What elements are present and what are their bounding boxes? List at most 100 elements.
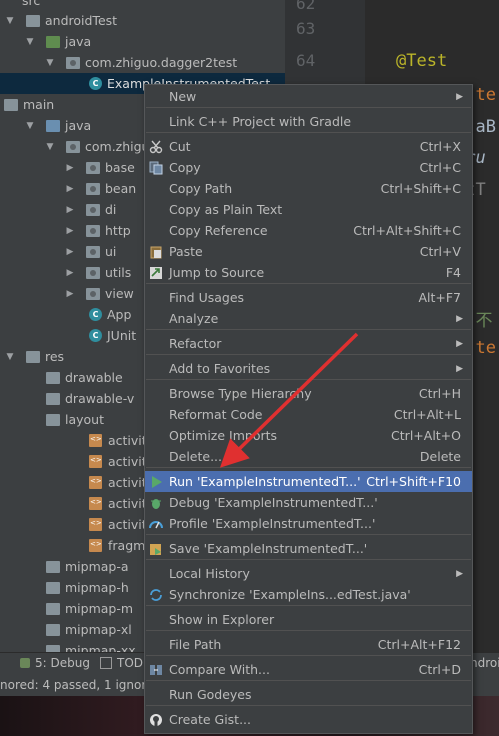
menu-item-cut[interactable]: Cut Ctrl+X (145, 136, 472, 157)
menu-item-show-in-explorer[interactable]: Show in Explorer (145, 609, 472, 630)
menu-item-file-path[interactable]: File Path Ctrl+Alt+F12 (145, 634, 472, 655)
tree-item[interactable]: ▼ java (0, 31, 285, 52)
expand-arrow-icon[interactable]: ▼ (45, 142, 55, 152)
menu-item-shortcut: Ctrl+H (418, 386, 461, 401)
tree-item-label: com.zhiguo.dagger2test (85, 55, 238, 70)
menu-item-copy-as-plain-text[interactable]: Copy as Plain Text (145, 199, 472, 220)
menu-item-shortcut: Ctrl+Alt+L (393, 407, 461, 422)
menu-item-save-exampleinstrumentedt[interactable]: Save 'ExampleInstrumentedT...' (145, 538, 472, 559)
tree-item-label: mipmap-h (65, 580, 129, 595)
sync-icon (149, 588, 163, 602)
menu-item-jump-to-source[interactable]: Jump to Source F4 (145, 262, 472, 283)
menu-item-shortcut: Ctrl+Alt+F12 (377, 637, 461, 652)
tree-item-label: res (45, 349, 65, 364)
menu-item-analyze[interactable]: Analyze ▶ (145, 308, 472, 329)
android-tab[interactable]: ndroi (470, 656, 499, 670)
expand-arrow-icon[interactable]: ▼ (25, 37, 35, 47)
menu-separator (146, 605, 471, 606)
debug-icon (20, 658, 30, 668)
menu-item-label: File Path (169, 637, 222, 652)
menu-item-label: Paste (169, 244, 203, 259)
expand-arrow-icon[interactable]: ▶ (65, 289, 75, 299)
menu-item-shortcut: Alt+F7 (418, 290, 461, 305)
menu-item-copy-path[interactable]: Copy Path Ctrl+Shift+C (145, 178, 472, 199)
menu-item-label: Save 'ExampleInstrumentedT...' (169, 541, 368, 556)
package-icon (86, 287, 100, 300)
paste-icon (149, 245, 163, 259)
compare-icon (149, 663, 163, 677)
menu-item-reformat-code[interactable]: Reformat Code Ctrl+Alt+L (145, 404, 472, 425)
menu-item-find-usages[interactable]: Find Usages Alt+F7 (145, 287, 472, 308)
submenu-arrow-icon: ▶ (456, 338, 463, 349)
menu-item-debug-exampleinstrumentedt[interactable]: Debug 'ExampleInstrumentedT...' (145, 492, 472, 513)
debug-icon (149, 496, 163, 510)
menu-item-local-history[interactable]: Local History ▶ (145, 563, 472, 584)
expand-arrow-icon[interactable]: ▶ (65, 247, 75, 257)
package-icon (86, 266, 100, 279)
menu-item-label: Copy Reference (169, 223, 268, 238)
java-class-icon: C (89, 77, 102, 90)
debug-tab[interactable]: 5: Debug (20, 656, 90, 670)
menu-separator (146, 680, 471, 681)
menu-item-run-godeyes[interactable]: Run Godeyes (145, 684, 472, 705)
tree-item-label: utils (105, 265, 132, 280)
tree-item-label: view (105, 286, 134, 301)
line-number: 64 (296, 51, 316, 70)
expand-arrow-icon[interactable]: ▶ (65, 163, 75, 173)
folder-icon (26, 14, 40, 27)
menu-item-copy[interactable]: Copy Ctrl+C (145, 157, 472, 178)
todo-tab[interactable]: TOD (100, 656, 143, 670)
menu-item-delete[interactable]: Delete... Delete (145, 446, 472, 467)
github-icon (149, 713, 163, 727)
menu-item-shortcut: Ctrl+D (418, 662, 461, 677)
folder-icon (46, 560, 60, 573)
tree-item-label: layout (65, 412, 105, 427)
menu-item-label: Reformat Code (169, 407, 263, 422)
expand-arrow-icon[interactable]: ▼ (25, 121, 35, 131)
tree-item[interactable]: ▼ com.zhiguo.dagger2test (0, 52, 285, 73)
copy-icon (149, 161, 163, 175)
menu-item-optimize-imports[interactable]: Optimize Imports Ctrl+Alt+O (145, 425, 472, 446)
package-icon (66, 140, 80, 153)
debug-tab-label: 5: Debug (35, 656, 90, 670)
menu-item-synchronize-exampleins-edtest-java[interactable]: Synchronize 'ExampleIns...edTest.java' (145, 584, 472, 605)
menu-item-add-to-favorites[interactable]: Add to Favorites ▶ (145, 358, 472, 379)
status-text: nored: 4 passed, 1 ignore (0, 678, 154, 692)
menu-item-label: Compare With... (169, 662, 270, 677)
tree-item-label: drawable (65, 370, 123, 385)
todo-tab-label: TOD (117, 656, 144, 670)
expand-arrow-icon[interactable]: ▼ (45, 58, 55, 68)
menu-item-profile-exampleinstrumentedt[interactable]: Profile 'ExampleInstrumentedT...' (145, 513, 472, 534)
menu-separator (146, 132, 471, 133)
menu-separator (146, 329, 471, 330)
menu-item-shortcut: Delete (419, 449, 461, 464)
folder-icon (46, 392, 60, 405)
folder-icon (46, 119, 60, 132)
expand-arrow-icon[interactable]: ▼ (5, 16, 15, 26)
xml-file-icon (89, 518, 102, 531)
java-class-icon: C (89, 308, 102, 321)
expand-arrow-icon[interactable]: ▶ (65, 268, 75, 278)
tree-item-label: ui (105, 244, 117, 259)
xml-file-icon (89, 539, 102, 552)
menu-item-label: Show in Explorer (169, 612, 275, 627)
expand-arrow-icon[interactable]: ▶ (65, 184, 75, 194)
menu-item-run-exampleinstrumentedt[interactable]: Run 'ExampleInstrumentedT...' Ctrl+Shift+… (145, 471, 472, 492)
menu-separator (146, 354, 471, 355)
menu-item-new[interactable]: New ▶ (145, 86, 472, 107)
menu-item-refactor[interactable]: Refactor ▶ (145, 333, 472, 354)
menu-item-label: Run 'ExampleInstrumentedT...' (169, 474, 361, 489)
xml-file-icon (89, 497, 102, 510)
expand-arrow-icon[interactable]: ▼ (5, 352, 15, 362)
menu-item-shortcut: Ctrl+Alt+Shift+C (353, 223, 461, 238)
expand-arrow-icon[interactable]: ▶ (65, 226, 75, 236)
menu-item-browse-type-hierarchy[interactable]: Browse Type Hierarchy Ctrl+H (145, 383, 472, 404)
menu-item-link-c-project-with-gradle[interactable]: Link C++ Project with Gradle (145, 111, 472, 132)
tree-item[interactable]: ▼ androidTest (0, 10, 285, 31)
menu-item-create-gist[interactable]: Create Gist... (145, 709, 472, 730)
menu-item-copy-reference[interactable]: Copy Reference Ctrl+Alt+Shift+C (145, 220, 472, 241)
expand-arrow-icon[interactable]: ▶ (65, 205, 75, 215)
menu-item-label: Jump to Source (169, 265, 265, 280)
menu-item-compare-with[interactable]: Compare With... Ctrl+D (145, 659, 472, 680)
menu-item-paste[interactable]: Paste Ctrl+V (145, 241, 472, 262)
